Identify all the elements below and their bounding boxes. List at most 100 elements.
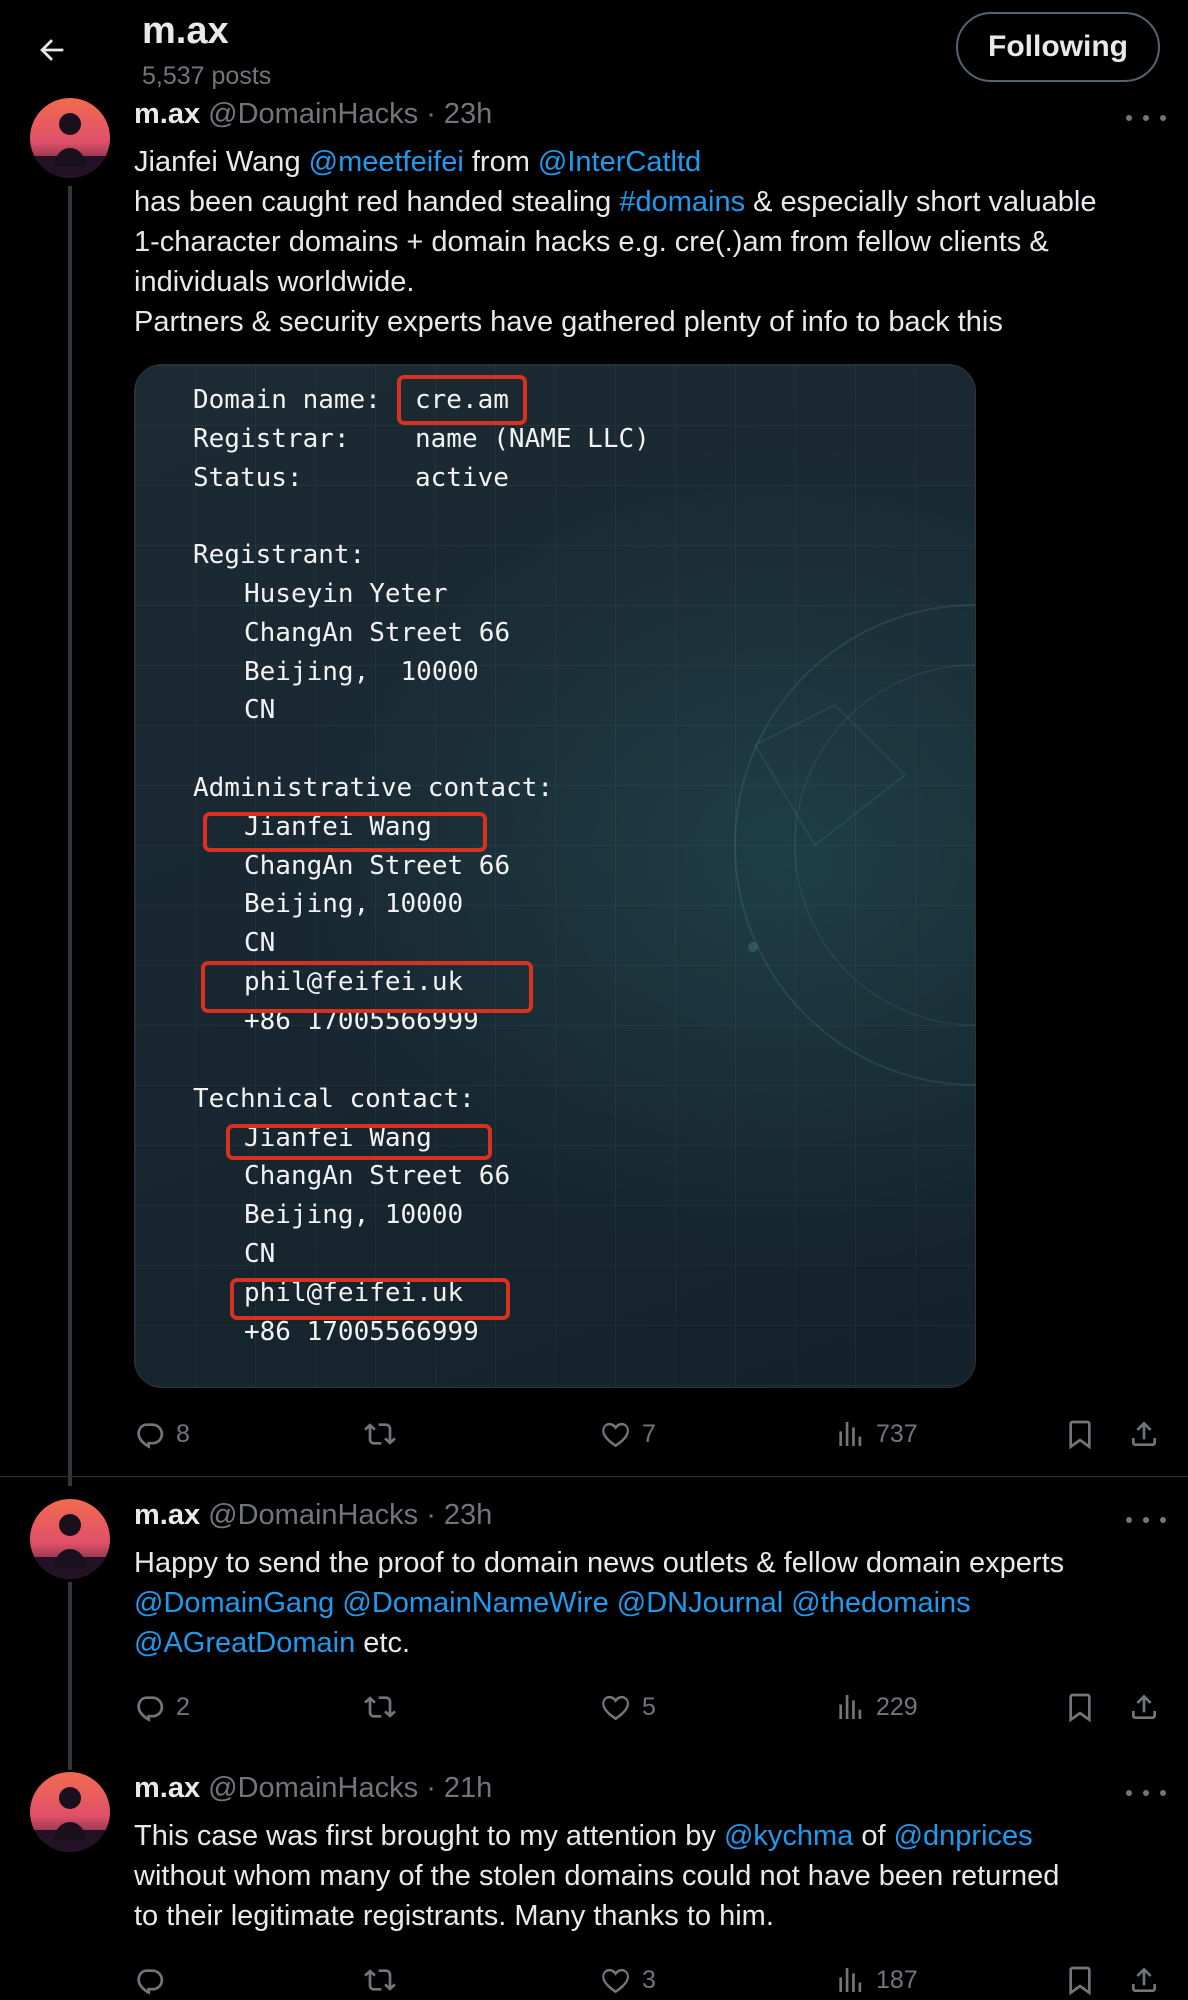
more-button[interactable] xyxy=(1126,108,1166,128)
tweet-text-line: This case was first brought to my attent… xyxy=(134,1816,1164,1856)
whois-admin-city: Beijing, 10000 xyxy=(244,889,464,919)
avatar-image xyxy=(30,1772,110,1852)
timestamp[interactable]: · 23h xyxy=(426,98,492,130)
share-icon xyxy=(1132,1694,1156,1719)
views-count: 229 xyxy=(876,1692,918,1721)
mention-link[interactable]: @kychma xyxy=(724,1820,853,1852)
whois-status: active xyxy=(415,463,509,493)
more-button[interactable] xyxy=(1126,1510,1166,1530)
mention-link[interactable]: @thedomains xyxy=(791,1587,970,1619)
highlight-tech-name xyxy=(226,1124,492,1160)
like-count: 3 xyxy=(642,1965,656,1994)
hashtag-link[interactable]: #domains xyxy=(619,186,745,218)
like-button[interactable]: 3 xyxy=(600,1960,656,2000)
whois-tech-street: ChangAn Street 66 xyxy=(244,1161,511,1191)
reply-button[interactable] xyxy=(134,1960,176,2000)
bookmark-button[interactable] xyxy=(1064,1687,1096,1727)
repost-icon xyxy=(364,1969,396,1991)
like-icon xyxy=(602,1968,629,1994)
views-icon xyxy=(839,1422,862,1446)
tweet-text-line: Partners & security experts have gathere… xyxy=(134,302,1164,342)
repost-button[interactable] xyxy=(364,1687,406,1727)
whois-registrar: name (NAME LLC) xyxy=(415,424,650,454)
whois-registrant-name: Huseyin Yeter xyxy=(244,579,448,609)
bookmark-button[interactable] xyxy=(1064,1414,1096,1454)
author-name[interactable]: m.ax xyxy=(134,1772,200,1804)
mention-link[interactable]: @dnprices xyxy=(894,1820,1033,1852)
action-bar: 3 187 xyxy=(134,1960,1164,2000)
avatar[interactable] xyxy=(30,1499,110,1579)
avatar-image xyxy=(30,1499,110,1579)
author-handle[interactable]: @DomainHacks xyxy=(208,98,418,130)
bookmark-icon xyxy=(1069,1420,1091,1450)
views-button[interactable]: 229 xyxy=(834,1687,918,1727)
highlight-admin-email xyxy=(201,961,533,1013)
avatar-image xyxy=(30,98,110,178)
like-button[interactable]: 5 xyxy=(600,1687,656,1727)
text-segment: of xyxy=(853,1820,894,1852)
author-name[interactable]: m.ax xyxy=(134,1499,200,1531)
avatar[interactable] xyxy=(30,1772,110,1852)
tweet-text: Jianfei Wang @meetfeifei from @InterCatl… xyxy=(134,142,1164,342)
whois-admin-street: ChangAn Street 66 xyxy=(244,851,511,881)
reply-icon xyxy=(137,1696,164,1722)
reply-button[interactable]: 2 xyxy=(134,1687,190,1727)
repost-button[interactable] xyxy=(364,1960,406,2000)
globe-decoration xyxy=(734,604,975,1086)
whois-tech-city: Beijing, 10000 xyxy=(244,1200,464,1230)
bookmark-button[interactable] xyxy=(1064,1960,1096,2000)
share-button[interactable] xyxy=(1128,1687,1160,1727)
views-icon xyxy=(839,1695,862,1719)
tweet-text-line: @DomainGang @DomainNameWire @DNJournal @… xyxy=(134,1583,1164,1623)
tweet-text-line: @AGreatDomain etc. xyxy=(134,1623,1164,1663)
mention-link[interactable]: @AGreatDomain xyxy=(134,1627,355,1659)
like-button[interactable]: 7 xyxy=(600,1414,656,1454)
tweet[interactable]: m.ax @DomainHacks · 23h Happy to send th… xyxy=(0,1477,1188,1749)
views-icon xyxy=(839,1968,862,1992)
views-count: 187 xyxy=(876,1965,918,1994)
more-icon-dot xyxy=(1160,1517,1166,1523)
reply-button[interactable]: 8 xyxy=(134,1414,190,1454)
author-handle[interactable]: @DomainHacks xyxy=(208,1499,418,1531)
views-button[interactable]: 187 xyxy=(834,1960,918,2000)
tweet-text-line: without whom many of the stolen domains … xyxy=(134,1856,1164,1896)
text-segment: Happy to send the proof to domain news o… xyxy=(134,1547,1065,1579)
text-segment: without whom many of the stolen domains … xyxy=(134,1860,1060,1892)
share-button[interactable] xyxy=(1128,1960,1160,2000)
tweet-text-line: individuals worldwide. xyxy=(134,262,1164,302)
more-icon xyxy=(1126,1790,1132,1796)
repost-icon xyxy=(364,1423,396,1445)
whois-admin-label: Administrative contact: xyxy=(193,773,554,803)
tweet-text: This case was first brought to my attent… xyxy=(134,1816,1164,1936)
mention-link[interactable]: @DNJournal xyxy=(617,1587,783,1619)
mention-link[interactable]: @meetfeifei xyxy=(309,146,464,178)
tweet-text-line: to their legitimate registrants. Many th… xyxy=(134,1896,1164,1936)
author-handle[interactable]: @DomainHacks xyxy=(208,1772,418,1804)
highlight-domain xyxy=(397,375,527,425)
text-segment: to their legitimate registrants. Many th… xyxy=(134,1900,774,1932)
share-button[interactable] xyxy=(1128,1414,1160,1454)
whois-registrant-country: CN xyxy=(244,695,276,725)
mention-link[interactable]: @DomainNameWire xyxy=(342,1587,608,1619)
more-icon xyxy=(1126,1517,1132,1523)
more-icon-dot xyxy=(1143,1790,1149,1796)
mention-link[interactable]: @DomainGang xyxy=(134,1587,334,1619)
more-icon-dot xyxy=(1160,115,1166,121)
more-icon xyxy=(1126,115,1132,121)
more-button[interactable] xyxy=(1126,1783,1166,1803)
tweet[interactable]: m.ax @DomainHacks · 21h This case was fi… xyxy=(0,1750,1188,1996)
reply-count: 2 xyxy=(176,1692,190,1721)
repost-button[interactable] xyxy=(364,1414,406,1454)
timestamp[interactable]: · 23h xyxy=(426,1499,492,1531)
avatar[interactable] xyxy=(30,98,110,178)
views-button[interactable]: 737 xyxy=(834,1414,918,1454)
tweet-text-line: 1-character domains + domain hacks e.g. … xyxy=(134,222,1164,262)
timestamp[interactable]: · 21h xyxy=(426,1772,492,1804)
tweet[interactable]: m.ax @DomainHacks · 23h Jianfei Wang @me… xyxy=(0,0,1188,1476)
whois-image[interactable]: Domain name: cre.am Registrar: name (NAM… xyxy=(134,364,976,1388)
text-segment: individuals worldwide. xyxy=(134,266,415,298)
whois-tech-country: CN xyxy=(244,1239,276,1269)
text-segment: etc. xyxy=(355,1627,411,1659)
mention-link[interactable]: @InterCatltd xyxy=(538,146,701,178)
author-name[interactable]: m.ax xyxy=(134,98,200,130)
